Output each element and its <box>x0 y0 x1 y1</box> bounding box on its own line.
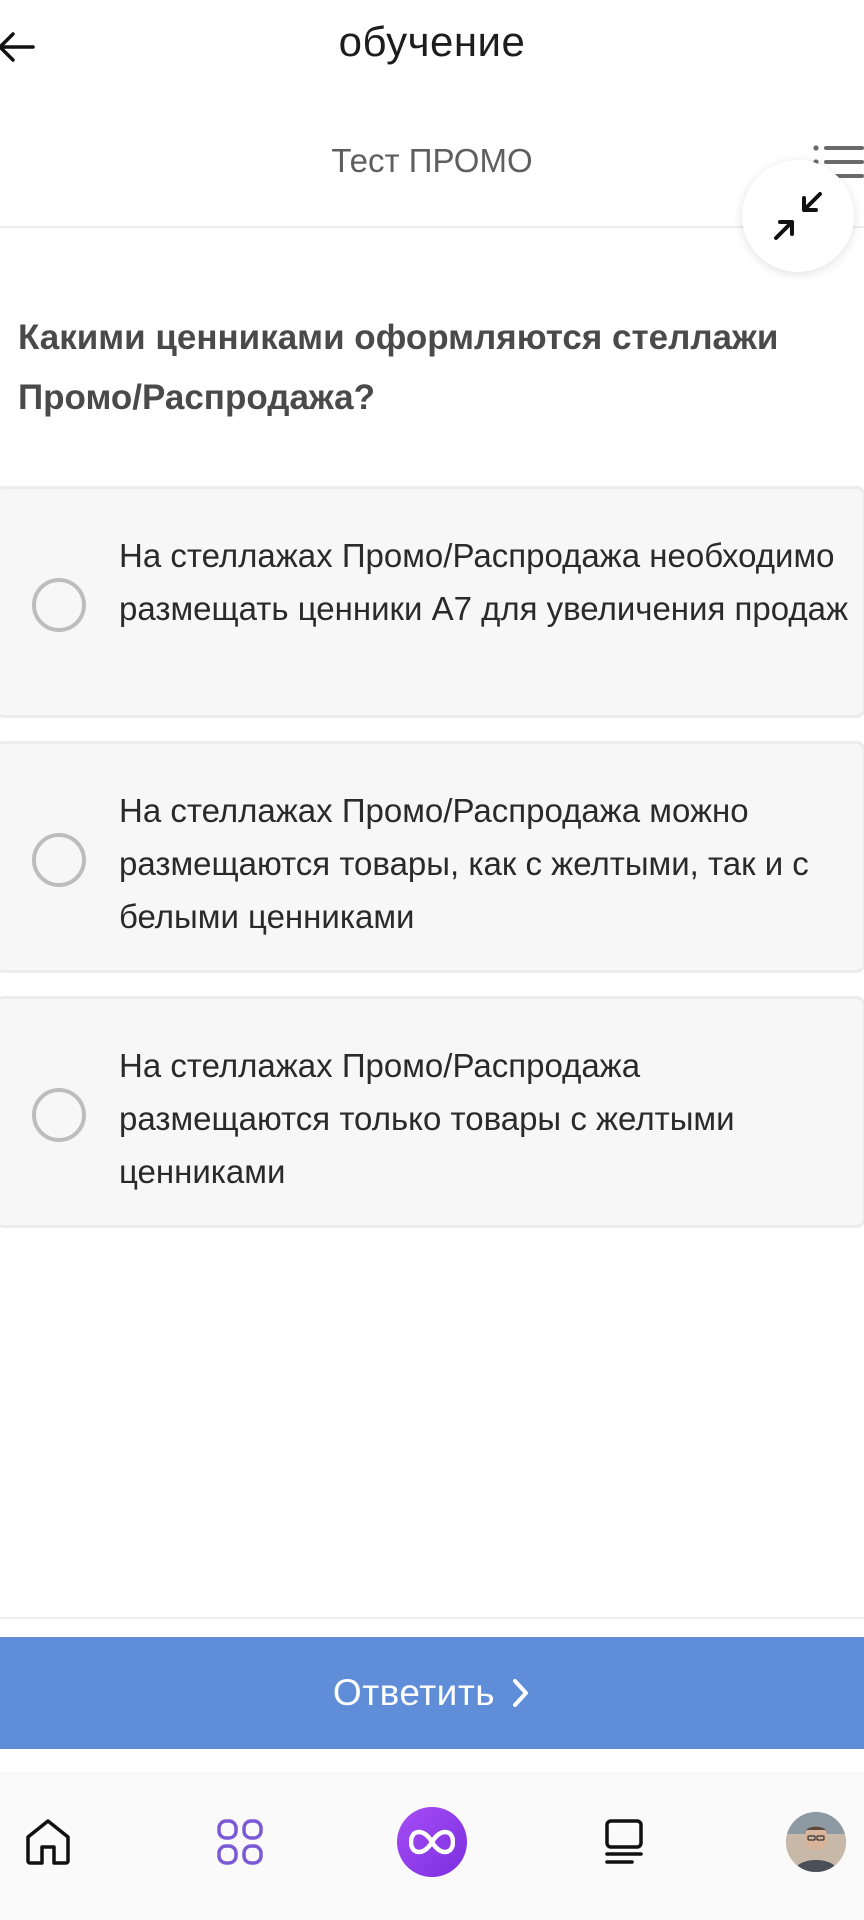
answer-button-label: Ответить <box>332 1672 496 1713</box>
nav-profile[interactable] <box>774 1800 858 1884</box>
nav-center[interactable] <box>390 1800 474 1884</box>
page: обучение Тест ПРОМО Какими ценниками офо… <box>0 0 864 1920</box>
nav-apps[interactable] <box>198 1800 282 1884</box>
app-bar: обучение <box>0 0 864 96</box>
radio-button[interactable] <box>32 1088 86 1142</box>
collapse-button[interactable] <box>742 160 854 272</box>
radio-button[interactable] <box>32 833 86 887</box>
feed-icon <box>605 1819 643 1864</box>
test-header: Тест ПРОМО <box>0 120 864 228</box>
collapse-arrows-icon <box>774 192 822 240</box>
page-title: обучение <box>338 18 526 65</box>
avatar <box>786 1812 846 1872</box>
chevron-right-icon <box>511 1677 531 1709</box>
answer-option-label: На стеллажах Промо/Распродажа размещаютс… <box>119 1047 735 1190</box>
answer-option-1[interactable]: На стеллажах Промо/Распродажа необходимо… <box>0 486 864 718</box>
answer-option-2[interactable]: На стеллажах Промо/Распродажа можно разм… <box>0 741 864 973</box>
nav-home[interactable] <box>6 1800 90 1884</box>
infinity-icon <box>409 1829 455 1855</box>
divider <box>0 1617 864 1619</box>
nav-feed[interactable] <box>582 1800 666 1884</box>
answer-button[interactable]: Ответить <box>0 1637 864 1749</box>
center-button <box>397 1807 467 1877</box>
grid-icon <box>217 1819 263 1865</box>
radio-button[interactable] <box>32 578 86 632</box>
answer-option-label: На стеллажах Промо/Распродажа необходимо… <box>119 537 849 627</box>
bottom-navigation <box>0 1772 864 1920</box>
test-title: Тест ПРОМО <box>331 142 533 179</box>
answer-option-label: На стеллажах Промо/Распродажа можно разм… <box>119 792 809 935</box>
home-icon <box>26 1819 70 1865</box>
answer-option-3[interactable]: На стеллажах Промо/Распродажа размещаютс… <box>0 996 864 1228</box>
question-text: Какими ценниками оформляются стеллажи Пр… <box>18 318 779 417</box>
